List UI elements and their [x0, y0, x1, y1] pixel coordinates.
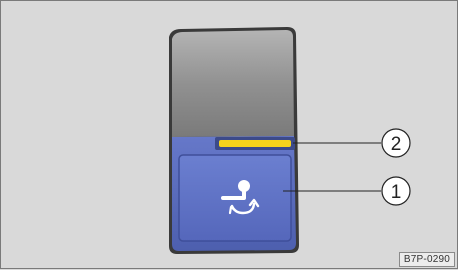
indicator-light [219, 140, 291, 147]
image-code: B7P-0290 [398, 252, 455, 267]
callout-2: 2 [381, 128, 411, 158]
callout-1: 1 [381, 176, 411, 206]
callout-1-number: 1 [391, 182, 402, 203]
illustration-frame: 2 1 B7P-0290 [0, 0, 458, 269]
callout-2-number: 2 [391, 134, 402, 155]
switch-illustration: 2 1 [169, 27, 411, 254]
upper-gray-panel [172, 30, 294, 137]
